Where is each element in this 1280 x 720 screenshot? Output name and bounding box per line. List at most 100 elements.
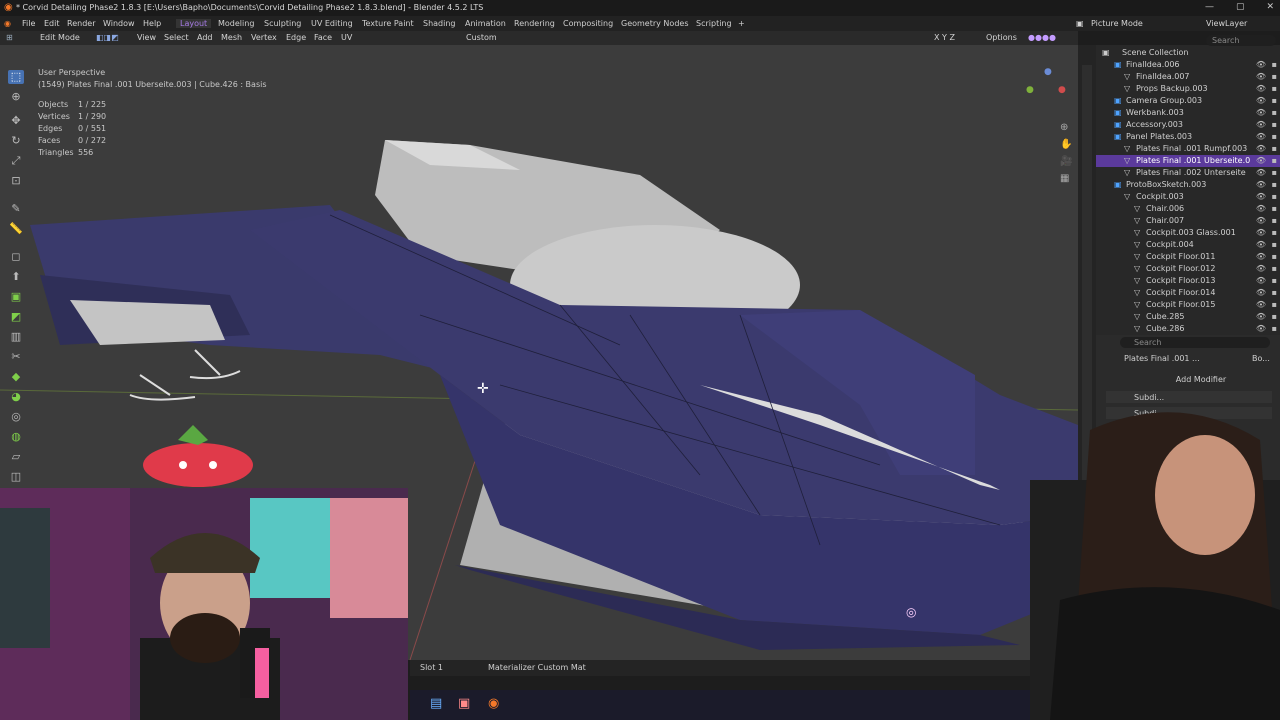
scene-mode-field[interactable]: Picture Mode	[1091, 19, 1143, 28]
camera-icon[interactable]: ▪	[1272, 203, 1277, 215]
camera-icon[interactable]: ▪	[1272, 191, 1277, 203]
y-axis-handle[interactable]: ●	[1026, 85, 1034, 95]
camera-icon[interactable]: ▪	[1272, 155, 1277, 167]
camera-icon[interactable]: ▪	[1272, 107, 1277, 119]
camera-icon[interactable]: ▪	[1272, 263, 1277, 275]
tab-sculpting[interactable]: Sculpting	[264, 19, 301, 28]
smooth-tool-icon[interactable]: ◎	[8, 410, 24, 424]
outliner-row[interactable]: ▽ FinalIdea.007 👁 ▪	[1096, 71, 1280, 83]
zoom-icon[interactable]: ⊕	[1060, 119, 1072, 136]
image-viewer-icon[interactable]: ▣	[458, 696, 470, 711]
eye-icon[interactable]: 👁	[1256, 143, 1266, 155]
tab-uv-editing[interactable]: UV Editing	[311, 19, 353, 28]
bevel-tool-icon[interactable]: ◩	[8, 310, 24, 324]
outliner-row[interactable]: ▣ Accessory.003 👁 ▪	[1096, 119, 1280, 131]
eye-icon[interactable]: 👁	[1256, 71, 1266, 83]
eye-icon[interactable]: 👁	[1256, 263, 1266, 275]
menu-add[interactable]: Add	[197, 33, 213, 42]
poly-build-tool-icon[interactable]: ◆	[8, 370, 24, 384]
eye-icon[interactable]: 👁	[1256, 287, 1266, 299]
slot-select[interactable]: Slot 1	[420, 663, 443, 672]
tab-texture-paint[interactable]: Texture Paint	[362, 19, 414, 28]
outliner-row[interactable]: ▽ Cockpit Floor.012 👁 ▪	[1096, 263, 1280, 275]
outliner-row[interactable]: ▽ Cockpit.003 Glass.001 👁 ▪	[1096, 227, 1280, 239]
eye-icon[interactable]: 👁	[1256, 95, 1266, 107]
notepad-icon[interactable]: ▤	[430, 696, 442, 711]
camera-icon[interactable]: ▪	[1272, 143, 1277, 155]
material-name-field[interactable]: Materializer Custom Mat	[488, 663, 586, 672]
eye-icon[interactable]: 👁	[1256, 59, 1266, 71]
menu-mesh[interactable]: Mesh	[221, 33, 242, 42]
properties-tab-2[interactable]: Bo...	[1252, 354, 1270, 363]
menu-vertex[interactable]: Vertex	[251, 33, 277, 42]
axis-toggle[interactable]: X Y Z	[934, 33, 955, 42]
camera-icon[interactable]: ▪	[1272, 83, 1277, 95]
shear-tool-icon[interactable]: ▱	[8, 450, 24, 464]
rotate-tool-icon[interactable]: ↻	[8, 134, 24, 148]
options-button[interactable]: Options	[986, 33, 1017, 42]
tab-scripting[interactable]: Scripting	[696, 19, 732, 28]
outliner-row[interactable]: ▽ Cockpit.004 👁 ▪	[1096, 239, 1280, 251]
tab-animation[interactable]: Animation	[465, 19, 506, 28]
eye-icon[interactable]: 👁	[1256, 311, 1266, 323]
outliner-row[interactable]: ▽ Plates Final .002 Unterseite 👁 ▪	[1096, 167, 1280, 179]
editor-type-icon[interactable]: ⊞	[6, 33, 13, 42]
tab-geometry-nodes[interactable]: Geometry Nodes	[621, 19, 688, 28]
add-workspace-button[interactable]: +	[738, 19, 745, 28]
menu-uv[interactable]: UV	[341, 33, 352, 42]
camera-icon[interactable]: ▪	[1272, 59, 1277, 71]
outliner-row[interactable]: ▽ Plates Final .001 Rumpf.003 👁 ▪	[1096, 143, 1280, 155]
maximize-button[interactable]: ▢	[1236, 2, 1245, 12]
camera-icon[interactable]: ▪	[1272, 71, 1277, 83]
eye-icon[interactable]: 👁	[1256, 191, 1266, 203]
camera-icon[interactable]: ▪	[1272, 311, 1277, 323]
tab-modeling[interactable]: Modeling	[218, 19, 254, 28]
tab-layout[interactable]: Layout	[176, 19, 212, 28]
outliner-row[interactable]: ▽ Cube.285 👁 ▪	[1096, 311, 1280, 323]
camera-icon[interactable]: ▪	[1272, 227, 1277, 239]
tab-compositing[interactable]: Compositing	[563, 19, 613, 28]
eye-icon[interactable]: 👁	[1256, 119, 1266, 131]
menu-view[interactable]: View	[137, 33, 156, 42]
knife-tool-icon[interactable]: ✂	[8, 350, 24, 364]
menu-help[interactable]: Help	[143, 19, 161, 28]
camera-icon[interactable]: ▪	[1272, 323, 1277, 335]
camera-icon[interactable]: ▪	[1272, 167, 1277, 179]
outliner-row[interactable]: ▣ Panel Plates.003 👁 ▪	[1096, 131, 1280, 143]
add-cube-tool-icon[interactable]: ◻	[8, 250, 24, 264]
camera-icon[interactable]: ▪	[1272, 239, 1277, 251]
eye-icon[interactable]: 👁	[1256, 167, 1266, 179]
grid-icon[interactable]: ▦	[1060, 170, 1072, 187]
camera-icon[interactable]: ▪	[1272, 179, 1277, 191]
inset-tool-icon[interactable]: ▣	[8, 290, 24, 304]
view-layer-field[interactable]: ViewLayer	[1206, 19, 1247, 28]
outliner-row[interactable]: ▽ Plates Final .001 Uberseite.0 👁 ▪	[1096, 155, 1280, 167]
camera-icon[interactable]: ▪	[1272, 287, 1277, 299]
outliner-row[interactable]: ▣ Werkbank.003 👁 ▪	[1096, 107, 1280, 119]
properties-search[interactable]: Search	[1120, 337, 1270, 348]
eye-icon[interactable]: 👁	[1256, 323, 1266, 335]
eye-icon[interactable]: 👁	[1256, 203, 1266, 215]
camera-icon[interactable]: ▪	[1272, 299, 1277, 311]
eye-icon[interactable]: 👁	[1256, 215, 1266, 227]
shading-mode-icons[interactable]: ●●●●	[1028, 33, 1056, 42]
select-mode-icons[interactable]: ◧◨◩	[96, 33, 119, 42]
shrink-tool-icon[interactable]: ◍	[8, 430, 24, 444]
blender-menu-icon[interactable]: ◉	[4, 19, 11, 28]
menu-edit[interactable]: Edit	[44, 19, 60, 28]
menu-window[interactable]: Window	[103, 19, 135, 28]
extrude-tool-icon[interactable]: ⬆	[8, 270, 24, 284]
tab-rendering[interactable]: Rendering	[514, 19, 555, 28]
camera-icon[interactable]: ▪	[1272, 131, 1277, 143]
pan-icon[interactable]: ✋	[1060, 136, 1072, 153]
outliner-row[interactable]: ▣ Camera Group.003 👁 ▪	[1096, 95, 1280, 107]
eye-icon[interactable]: 👁	[1256, 107, 1266, 119]
eye-icon[interactable]: 👁	[1256, 131, 1266, 143]
menu-render[interactable]: Render	[67, 19, 95, 28]
select-box-icon[interactable]: ⬚	[8, 70, 24, 84]
measure-tool-icon[interactable]: 📏	[8, 222, 24, 236]
eye-icon[interactable]: 👁	[1256, 83, 1266, 95]
z-axis-handle[interactable]: ●	[1044, 67, 1052, 77]
blender-taskbar-icon[interactable]: ◉	[488, 696, 499, 711]
eye-icon[interactable]: 👁	[1256, 275, 1266, 287]
